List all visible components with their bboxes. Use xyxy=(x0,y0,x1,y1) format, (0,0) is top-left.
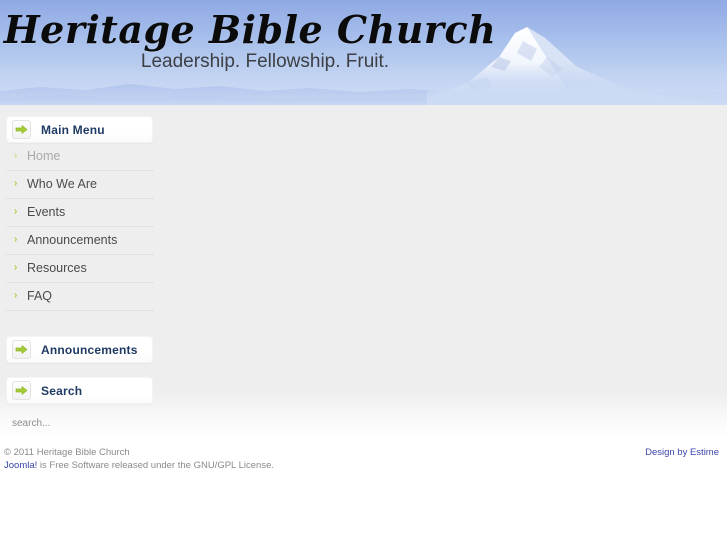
sidebar-item-faq[interactable]: › FAQ xyxy=(6,283,153,311)
sidebar: Main Menu › Home › Who We Are › Events ›… xyxy=(6,116,153,441)
sidebar-item-label-events[interactable]: Events xyxy=(6,199,153,226)
sidebar-item-label-who-we-are[interactable]: Who We Are xyxy=(6,171,153,198)
chevron-right-icon: › xyxy=(14,206,18,217)
module-title-search: Search xyxy=(41,383,83,398)
sidebar-item-label-announcements[interactable]: Announcements xyxy=(6,227,153,254)
green-right-arrow-icon xyxy=(12,340,31,359)
design-credit[interactable]: Design by Estime xyxy=(645,446,719,459)
site-footer: Design by Estime © 2011 Heritage Bible C… xyxy=(0,437,727,545)
copyright-text: © 2011 Heritage Bible Church xyxy=(4,447,130,458)
chevron-right-icon: › xyxy=(14,234,18,245)
module-title-announcements: Announcements xyxy=(41,342,138,357)
module-header-announcements: Announcements xyxy=(6,336,153,363)
green-right-arrow-icon xyxy=(12,381,31,400)
sidebar-item-label-faq[interactable]: FAQ xyxy=(6,283,153,310)
license-text-line: Joomla! is Free Software released under … xyxy=(4,459,274,472)
module-header-search: Search xyxy=(6,377,153,404)
site-tagline: Leadership. Fellowship. Fruit. xyxy=(140,51,390,72)
site-header-banner: Heritage Bible Church Leadership. Fellow… xyxy=(0,0,727,105)
joomla-link[interactable]: Joomla! xyxy=(4,460,37,471)
sidebar-item-events[interactable]: › Events xyxy=(6,199,153,227)
sidebar-item-who-we-are[interactable]: › Who We Are xyxy=(6,171,153,199)
module-search: Search xyxy=(6,377,153,433)
footer-left-block: © 2011 Heritage Bible Church Joomla! is … xyxy=(4,446,274,472)
chevron-right-icon: › xyxy=(14,290,18,301)
main-menu-list: › Home › Who We Are › Events › Announcem… xyxy=(6,143,153,311)
sidebar-item-label-resources[interactable]: Resources xyxy=(6,255,153,282)
search-input[interactable] xyxy=(12,418,132,429)
module-main-menu: Main Menu › Home › Who We Are › Events ›… xyxy=(6,116,153,311)
module-title-main-menu: Main Menu xyxy=(41,122,105,137)
design-credit-link[interactable]: Design by Estime xyxy=(645,447,719,458)
sidebar-item-resources[interactable]: › Resources xyxy=(6,255,153,283)
search-form xyxy=(6,404,153,433)
module-header-main-menu: Main Menu xyxy=(6,116,153,143)
sidebar-item-home[interactable]: › Home xyxy=(6,143,153,171)
chevron-right-icon: › xyxy=(14,150,18,161)
content-area: Main Menu › Home › Who We Are › Events ›… xyxy=(0,105,727,437)
site-logo[interactable]: Heritage Bible Church Leadership. Fellow… xyxy=(0,0,500,74)
license-text: is Free Software released under the GNU/… xyxy=(37,460,275,471)
sidebar-item-label-home[interactable]: Home xyxy=(6,143,153,170)
module-announcements: Announcements xyxy=(6,336,153,363)
sidebar-item-announcements[interactable]: › Announcements xyxy=(6,227,153,255)
page-root: Heritage Bible Church Leadership. Fellow… xyxy=(0,0,727,545)
green-right-arrow-icon xyxy=(12,120,31,139)
site-title: Heritage Bible Church xyxy=(3,7,497,52)
main-content-region xyxy=(159,116,727,416)
chevron-right-icon: › xyxy=(14,262,18,273)
chevron-right-icon: › xyxy=(14,178,18,189)
